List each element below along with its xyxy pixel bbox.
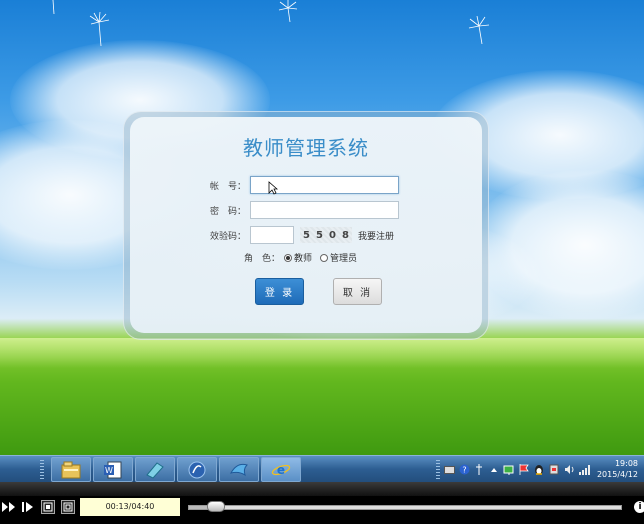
chevron-up-icon[interactable] [488, 464, 500, 476]
qq-penguin-icon[interactable] [533, 464, 545, 476]
taskbar-app-button[interactable] [135, 457, 175, 482]
account-label: 帐 号： [209, 181, 246, 192]
captcha-row: 效验码： 5 5 0 8 我要注册 [200, 226, 394, 244]
grass-horizon [0, 338, 644, 368]
dandelion-icon [52, 0, 55, 14]
network-icon[interactable] [503, 464, 515, 476]
word-document-icon: W [104, 461, 122, 478]
captcha-image[interactable]: 5 5 0 8 [300, 227, 352, 243]
role-label: 角 色： [243, 254, 280, 264]
role-teacher-label[interactable]: 教师 [294, 251, 312, 264]
role-radio-group: 教师 管理员 [284, 251, 365, 264]
captcha-digit: 0 [329, 229, 336, 241]
step-forward-button[interactable] [21, 500, 35, 514]
captcha-digit: 5 [316, 229, 323, 241]
fast-forward-button[interactable] [2, 500, 16, 514]
captcha-digit: 5 [303, 229, 310, 241]
help-icon[interactable]: ? [458, 464, 470, 476]
volume-icon[interactable] [563, 464, 575, 476]
register-link[interactable]: 我要注册 [358, 229, 394, 242]
playback-time: 00:13/04:40 [80, 498, 180, 516]
dandelion-icon [89, 12, 110, 46]
seek-progress [189, 506, 209, 509]
login-button[interactable]: 登 录 [255, 278, 304, 305]
password-label: 密 码： [209, 206, 246, 217]
taskbar-app-button[interactable] [51, 457, 91, 482]
taskbar-app-button[interactable]: e [261, 457, 301, 482]
account-row: 帐 号： [200, 176, 399, 194]
login-panel: 教师管理系统 帐 号： 密 码： 效验码： 5 5 0 8 我要注册 角 色： [130, 117, 482, 333]
system-tray: ? [443, 459, 603, 480]
dandelion-icon [468, 16, 490, 44]
dandelion-icon [278, 0, 298, 22]
role-row: 角 色： 教师 管理员 [226, 251, 365, 264]
captcha-label: 效验码： [209, 231, 246, 242]
login-title: 教师管理系统 [243, 136, 369, 160]
role-admin-radio[interactable] [320, 253, 329, 262]
password-row: 密 码： [200, 201, 399, 219]
flag-icon[interactable] [518, 464, 530, 476]
fit-screen-icon [43, 502, 53, 512]
role-teacher-radio[interactable] [284, 253, 292, 262]
step-forward-icon [22, 502, 33, 512]
player-bar: 00:13/04:40 i [0, 482, 644, 524]
media-player-icon [188, 461, 206, 478]
dolphin-app-icon [230, 463, 248, 476]
svg-text:W: W [105, 466, 113, 475]
file-explorer-icon [61, 461, 81, 478]
ime-icon[interactable] [473, 464, 485, 476]
password-input[interactable] [250, 201, 399, 219]
info-icon[interactable]: i [634, 501, 644, 513]
captcha-input[interactable] [250, 226, 294, 244]
fit-screen-button[interactable] [41, 500, 55, 514]
seek-bar[interactable] [188, 505, 622, 510]
fullscreen-button[interactable] [61, 500, 75, 514]
notebook-app-icon [146, 461, 164, 479]
tray-grip[interactable] [436, 460, 440, 479]
clock-time: 19:08 [614, 459, 638, 468]
taskbar: W e ? 19:08 2015/4/12 [0, 455, 644, 482]
signal-icon[interactable] [578, 464, 590, 476]
seek-thumb[interactable] [207, 501, 226, 512]
role-admin-label[interactable]: 管理员 [330, 251, 357, 264]
security-icon[interactable] [548, 464, 560, 476]
taskbar-app-button[interactable]: W [93, 457, 133, 482]
fullscreen-icon [63, 502, 73, 512]
system-clock[interactable]: 19:08 2015/4/12 [594, 458, 638, 480]
taskbar-app-button[interactable] [177, 457, 217, 482]
screen: 教师管理系统 帐 号： 密 码： 效验码： 5 5 0 8 我要注册 角 色： [0, 0, 644, 524]
cancel-button[interactable]: 取 消 [333, 278, 382, 305]
clock-date: 2015/4/12 [596, 470, 638, 479]
svg-text:?: ? [462, 466, 466, 475]
internet-explorer-icon: e [271, 463, 291, 477]
mouse-cursor-icon [268, 181, 278, 195]
player-top-band [0, 482, 644, 496]
taskbar-app-button[interactable] [219, 457, 259, 482]
fast-forward-icon [2, 502, 15, 512]
svg-text:e: e [277, 463, 285, 477]
captcha-digit: 8 [342, 229, 349, 241]
taskbar-grip[interactable] [40, 460, 44, 479]
keyboard-icon[interactable] [443, 464, 455, 476]
